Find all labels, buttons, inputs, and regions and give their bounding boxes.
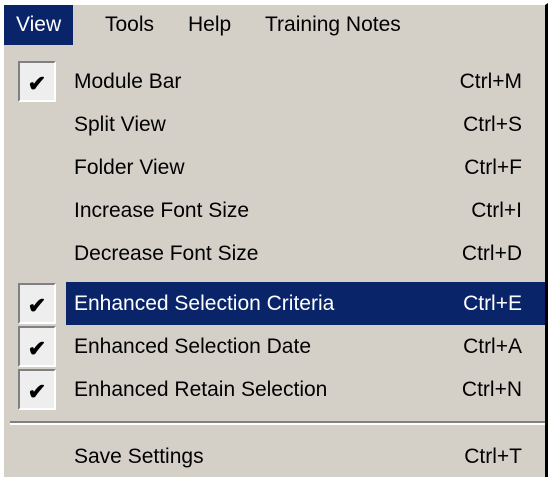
check-icon: ✔	[18, 326, 56, 367]
menu-item-decrease-font-size[interactable]: Decrease Font Size Ctrl+D	[10, 232, 545, 275]
menu-item-shortcut: Ctrl+T	[464, 445, 522, 468]
menu-item-shortcut: Ctrl+I	[471, 199, 522, 222]
menu-item-save-settings[interactable]: Save Settings Ctrl+T	[10, 435, 545, 477]
view-dropdown-menu: ✔ Module Bar Ctrl+M Split View Ctrl+S Fo…	[10, 51, 545, 477]
menu-item-shortcut: Ctrl+F	[464, 156, 522, 179]
menu-item-shortcut: Ctrl+E	[463, 292, 522, 315]
menu-item-enhanced-selection-date[interactable]: ✔ Enhanced Selection Date Ctrl+A	[10, 325, 545, 368]
check-icon: ✔	[18, 369, 56, 410]
menu-item-split-view[interactable]: Split View Ctrl+S	[10, 103, 545, 146]
menu-item-module-bar[interactable]: ✔ Module Bar Ctrl+M	[10, 60, 545, 103]
menu-view[interactable]: View	[4, 5, 74, 45]
menu-bar: View Tools Help Training Notes	[4, 5, 545, 45]
menu-training-notes[interactable]: Training Notes	[253, 5, 413, 45]
menu-item-shortcut: Ctrl+S	[463, 113, 522, 136]
menu-item-shortcut: Ctrl+N	[461, 378, 522, 401]
menu-tools[interactable]: Tools	[93, 5, 166, 45]
application-window: View Tools Help Training Notes ✔ Module …	[2, 3, 548, 477]
check-icon: ✔	[18, 61, 56, 102]
menu-item-shortcut: Ctrl+A	[463, 335, 522, 358]
menu-item-enhanced-retain-selection[interactable]: ✔ Enhanced Retain Selection Ctrl+N	[10, 368, 545, 411]
menu-item-shortcut: Ctrl+M	[459, 70, 522, 93]
menu-item-increase-font-size[interactable]: Increase Font Size Ctrl+I	[10, 189, 545, 232]
menu-item-enhanced-selection-criteria[interactable]: ✔ Enhanced Selection Criteria Ctrl+E	[10, 282, 545, 325]
check-icon: ✔	[18, 283, 56, 324]
menu-separator	[10, 421, 545, 425]
menu-item-folder-view[interactable]: Folder View Ctrl+F	[10, 146, 545, 189]
menu-item-shortcut: Ctrl+D	[461, 242, 522, 265]
menu-help[interactable]: Help	[176, 5, 243, 45]
